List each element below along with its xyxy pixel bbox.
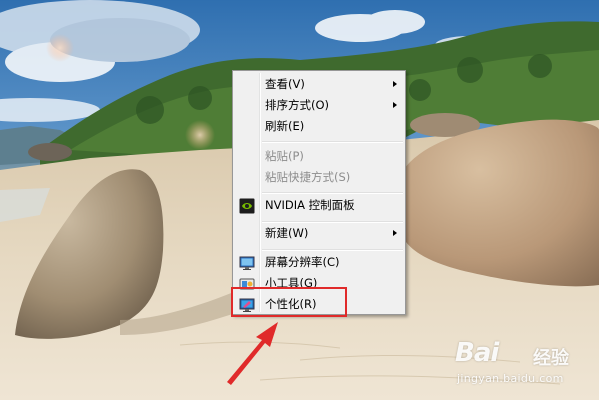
menu-separator (262, 141, 403, 143)
watermark-brand-cn: 经验 (533, 348, 569, 369)
menu-item-paste[interactable]: 粘贴(P) (235, 146, 403, 167)
menu-item-label: 查看(V) (265, 77, 305, 91)
menu-item-label: 排序方式(O) (265, 98, 330, 112)
display-resolution-icon (239, 256, 255, 270)
menu-item-label: 新建(W) (265, 226, 309, 240)
menu-separator (262, 249, 403, 251)
submenu-arrow-icon (393, 102, 397, 108)
submenu-arrow-icon (393, 230, 397, 236)
menu-item-nvidia-control-panel[interactable]: NVIDIA 控制面板 (235, 195, 403, 216)
menu-item-label: 粘贴快捷方式(S) (265, 170, 351, 184)
menu-item-label: NVIDIA 控制面板 (265, 198, 355, 212)
nvidia-icon (239, 198, 255, 214)
watermark-url: jingyan.baidu.com (457, 372, 564, 385)
menu-item-label: 刷新(E) (265, 119, 305, 133)
menu-item-view[interactable]: 查看(V) (235, 74, 403, 95)
submenu-arrow-icon (393, 81, 397, 87)
menu-item-refresh[interactable]: 刷新(E) (235, 116, 403, 137)
desktop-context-menu: 查看(V) 排序方式(O) 刷新(E) 粘贴(P) 粘贴快捷方式(S) NVID… (232, 70, 406, 315)
highlight-annotation-box (231, 287, 347, 317)
menu-item-sort-by[interactable]: 排序方式(O) (235, 95, 403, 116)
menu-item-paste-shortcut[interactable]: 粘贴快捷方式(S) (235, 167, 403, 188)
menu-item-new[interactable]: 新建(W) (235, 223, 403, 244)
menu-item-label: 屏幕分辨率(C) (265, 255, 340, 269)
menu-item-label: 粘贴(P) (265, 149, 304, 163)
baidu-jingyan-watermark: Bai 经验 jingyan.baidu.com (449, 334, 579, 394)
watermark-brand: Bai (455, 338, 499, 368)
menu-separator (262, 192, 403, 194)
menu-item-screen-resolution[interactable]: 屏幕分辨率(C) (235, 252, 403, 273)
desktop[interactable]: 查看(V) 排序方式(O) 刷新(E) 粘贴(P) 粘贴快捷方式(S) NVID… (0, 0, 599, 400)
